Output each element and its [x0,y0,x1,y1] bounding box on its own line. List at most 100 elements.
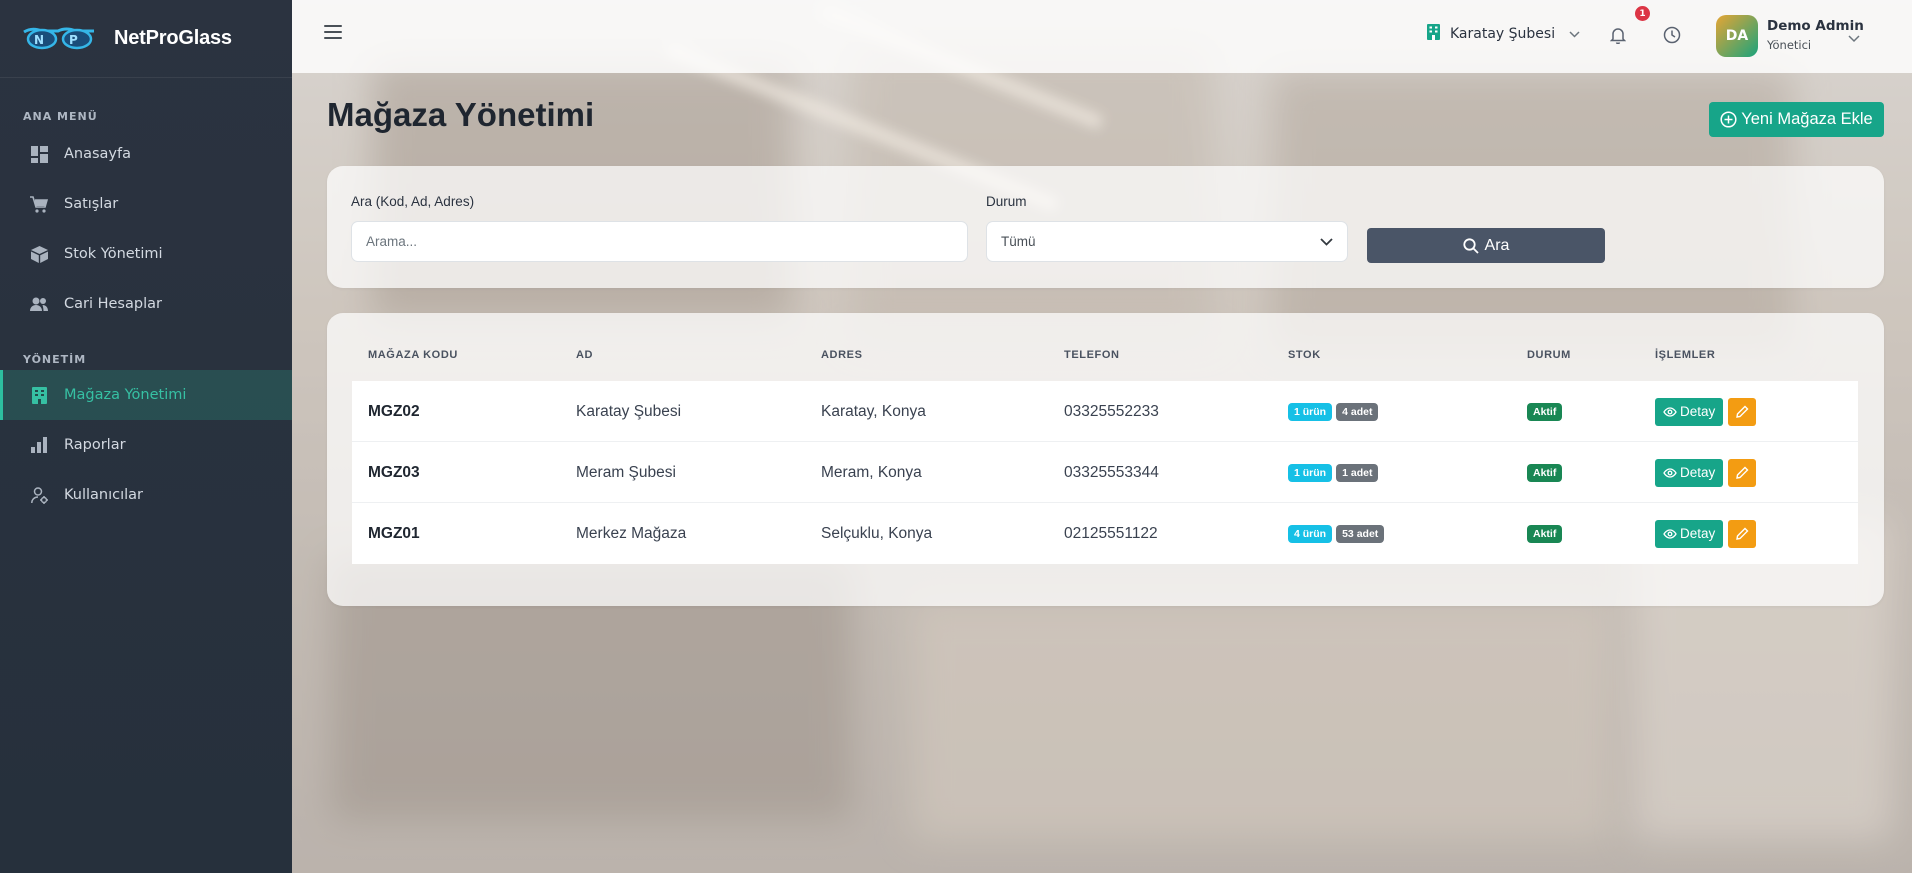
chevron-down-icon [1569,26,1580,42]
sidebar-item-label: Mağaza Yönetimi [64,387,187,403]
box-icon [30,245,48,263]
column-header: STOK [1288,349,1321,361]
sidebar-item-label: Kullanıcılar [64,487,144,503]
brand-name: NetProGlass [114,27,232,49]
detail-button-label: Detay [1680,526,1716,541]
sidebar-item-label: Cari Hesaplar [64,296,162,312]
edit-button[interactable] [1728,458,1757,487]
sidebar-section-admin: YÖNETİM [23,353,87,366]
status-cell: Aktif [1527,381,1566,442]
brand[interactable]: N P NetProGlass [0,0,292,78]
table-row[interactable]: MGZ03 Meram Şubesi Meram, Konya 03325553… [352,442,1858,503]
table-header: MAĞAZA KODU AD ADRES TELEFON STOK DURUM … [352,349,1858,379]
sidebar-item-kullanicilar[interactable]: Kullanıcılar [0,470,292,520]
stock-qty-badge: 4 adet [1336,402,1379,421]
sidebar-item-label: Stok Yönetimi [64,246,163,262]
stock-qty-badge: 53 adet [1336,524,1385,543]
clock-icon[interactable] [1663,26,1681,48]
status-select-value: Tümü [1001,234,1036,249]
actions-cell: Detay [1655,442,1757,503]
dashboard-icon [30,145,48,163]
status-label: Durum [986,194,1027,209]
search-button[interactable]: Ara [1367,228,1605,263]
store-phone: 02125551122 [1064,524,1158,542]
filter-card: Ara (Kod, Ad, Adres) Arama... Durum Tümü… [327,166,1884,288]
eye-icon [1663,467,1677,478]
stock-cell: 4 ürün 53 adet [1288,503,1388,564]
search-input[interactable]: Arama... [351,221,968,262]
chevron-down-icon[interactable] [1848,28,1860,47]
table-body: MGZ02 Karatay Şubesi Karatay, Konya 0332… [352,381,1858,564]
bar-chart-icon [30,436,48,454]
svg-text:P: P [69,33,78,47]
store-code: MGZ01 [368,524,420,542]
edit-button[interactable] [1728,519,1757,548]
status-badge: Aktif [1527,463,1563,482]
store-code: MGZ02 [368,402,420,420]
stores-table-card: MAĞAZA KODU AD ADRES TELEFON STOK DURUM … [327,313,1884,606]
hamburger-menu-icon[interactable] [324,25,342,41]
status-select[interactable]: Tümü [986,221,1348,262]
column-header: MAĞAZA KODU [368,349,458,361]
branch-selector[interactable]: Karatay Şubesi [1427,24,1580,44]
topbar: Karatay Şubesi 1 DA Demo Admin Yönetici [292,0,1912,73]
bell-icon[interactable] [1609,26,1627,48]
eye-icon [1663,406,1677,417]
store-name: Meram Şubesi [576,463,676,481]
avatar[interactable]: DA [1716,15,1758,57]
pencil-icon [1735,527,1749,540]
sidebar-item-satislar[interactable]: Satışlar [0,179,292,229]
sidebar-item-cari-hesaplar[interactable]: Cari Hesaplar [0,279,292,329]
pencil-icon [1735,405,1749,418]
column-header: ADRES [821,349,863,361]
sidebar-item-anasayfa[interactable]: Anasayfa [0,129,292,179]
sidebar: N P NetProGlass ANA MENÜ Anasayfa Satışl… [0,0,292,873]
stock-products-badge: 1 ürün [1288,402,1333,421]
detail-button[interactable]: Detay [1655,397,1724,426]
sidebar-item-raporlar[interactable]: Raporlar [0,420,292,470]
notification-badge: 1 [1635,6,1650,21]
plus-circle-icon [1720,111,1737,128]
store-name: Karatay Şubesi [576,402,682,420]
detail-button-label: Detay [1680,404,1716,419]
store-name: Merkez Mağaza [576,524,687,542]
status-badge: Aktif [1527,402,1563,421]
detail-button-label: Detay [1680,465,1716,480]
detail-button[interactable]: Detay [1655,519,1724,548]
branch-name: Karatay Şubesi [1450,26,1556,42]
store-address: Meram, Konya [821,463,922,481]
eye-icon [1663,528,1677,539]
user-role: Yönetici [1767,38,1812,52]
glasses-logo-icon: N P [22,24,96,54]
sidebar-item-label: Satışlar [64,196,119,212]
sidebar-item-magaza-yonetimi[interactable]: Mağaza Yönetimi [0,370,292,420]
detail-button[interactable]: Detay [1655,458,1724,487]
building-icon [30,386,48,404]
column-header: AD [576,349,594,361]
cart-icon [30,195,48,213]
add-store-button[interactable]: Yeni Mağaza Ekle [1709,102,1884,137]
search-label: Ara (Kod, Ad, Adres) [351,194,475,209]
users-icon [30,295,48,313]
store-phone: 03325553344 [1064,463,1159,481]
table-row[interactable]: MGZ02 Karatay Şubesi Karatay, Konya 0332… [352,381,1858,442]
store-phone: 03325552233 [1064,402,1159,420]
column-header: İŞLEMLER [1655,349,1716,361]
store-code: MGZ03 [368,463,420,481]
sidebar-item-label: Anasayfa [64,146,132,162]
store-address: Selçuklu, Konya [821,524,933,542]
status-cell: Aktif [1527,442,1566,503]
table-row[interactable]: MGZ01 Merkez Mağaza Selçuklu, Konya 0212… [352,503,1858,564]
sidebar-item-label: Raporlar [64,437,126,453]
stock-cell: 1 ürün 4 adet [1288,381,1382,442]
sidebar-item-stok-yonetimi[interactable]: Stok Yönetimi [0,229,292,279]
add-store-label: Yeni Mağaza Ekle [1741,110,1873,128]
search-icon [1462,237,1479,254]
stock-products-badge: 4 ürün [1288,524,1333,543]
store-address: Karatay, Konya [821,402,926,420]
column-header: TELEFON [1064,349,1120,361]
status-badge: Aktif [1527,524,1563,543]
building-icon [1427,24,1440,44]
edit-button[interactable] [1728,397,1757,426]
pencil-icon [1735,466,1749,479]
